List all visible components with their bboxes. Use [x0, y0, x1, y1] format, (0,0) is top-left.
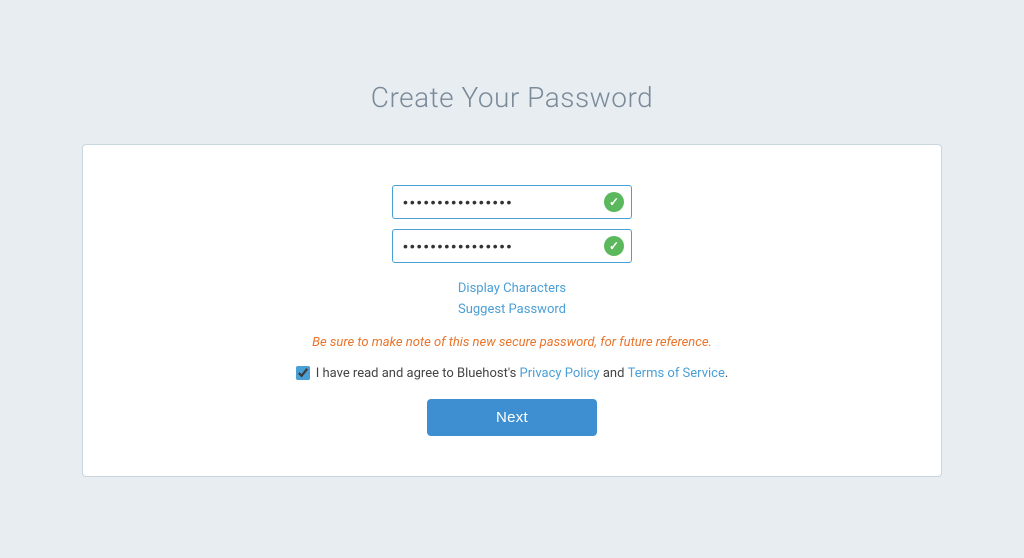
terms-checkbox[interactable]	[296, 366, 310, 380]
privacy-policy-link[interactable]: Privacy Policy	[520, 366, 600, 381]
suggest-password-link[interactable]: Suggest Password	[458, 300, 566, 321]
password-2-check-icon	[604, 236, 624, 256]
terms-prefix-text: I have read and agree to Bluehost's	[316, 366, 517, 381]
password-field-1-row	[392, 185, 632, 219]
password-field-2-row	[392, 229, 632, 263]
password-input-2[interactable]	[392, 229, 632, 263]
warning-text: Be sure to make note of this new secure …	[312, 335, 712, 350]
terms-of-service-link[interactable]: Terms of Service	[628, 366, 725, 381]
display-characters-link[interactable]: Display Characters	[458, 279, 566, 300]
main-card: Display Characters Suggest Password Be s…	[82, 144, 942, 477]
password-input-1[interactable]	[392, 185, 632, 219]
terms-and-text: and	[603, 366, 625, 381]
page-title: Create Your Password	[371, 81, 653, 114]
next-button[interactable]: Next	[427, 399, 597, 436]
password-1-check-icon	[604, 192, 624, 212]
terms-row: I have read and agree to Bluehost's Priv…	[296, 366, 729, 381]
terms-suffix-text: .	[725, 366, 728, 381]
form-container: Display Characters Suggest Password Be s…	[103, 185, 921, 436]
links-container: Display Characters Suggest Password	[458, 279, 566, 321]
